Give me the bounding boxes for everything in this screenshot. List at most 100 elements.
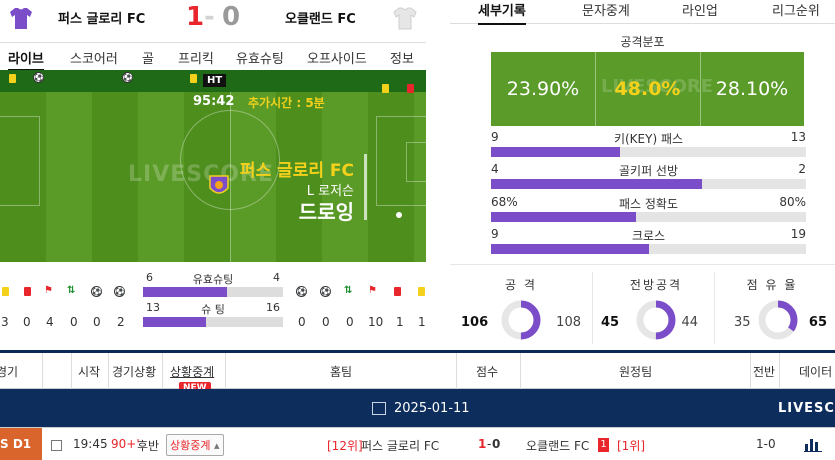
section-divider: [450, 264, 835, 265]
home-stat-count: 0: [70, 315, 78, 329]
col-divider: [750, 353, 751, 389]
match-date: 2025-01-11: [394, 401, 470, 416]
away-rank: [1위]: [617, 439, 646, 453]
tab-live[interactable]: 라이브: [8, 48, 44, 71]
col-data[interactable]: 데이터: [799, 363, 832, 380]
home-stat-count: 2: [117, 315, 125, 329]
away-team-name[interactable]: 오클랜드 FC: [285, 8, 356, 27]
stat-label: 유효슈팅: [192, 273, 234, 286]
match-clock: 95:42: [193, 94, 235, 109]
tab-shots-on-target[interactable]: 유효슈팅: [236, 48, 284, 67]
col-divider: [162, 353, 163, 389]
away-value: 4: [273, 271, 280, 284]
tab-free-kick[interactable]: 프리킥: [178, 48, 214, 67]
tab-league-table[interactable]: 리그순위: [772, 0, 820, 19]
col-home-team[interactable]: 홈팀: [330, 363, 352, 380]
stat-label: 크로스: [631, 229, 666, 243]
away-value: 108: [556, 315, 581, 330]
stat-bar-track: [143, 317, 283, 327]
away-value: 16: [266, 301, 280, 314]
stat-bar-fill: [143, 287, 227, 297]
stat-bar-fill: [491, 179, 703, 189]
col-away-team[interactable]: 원정팀: [619, 363, 652, 380]
ball-position-icon: [396, 212, 402, 218]
away-jersey-icon: [393, 7, 417, 30]
added-time: 추가시간 : 5분: [248, 96, 325, 110]
bar-chart-icon[interactable]: [804, 436, 822, 452]
home-value: 35: [734, 315, 751, 330]
substitution-icon: ⇅: [67, 285, 76, 296]
stat-bar-fill: [491, 147, 621, 157]
home-stat-count: 0: [93, 315, 101, 329]
donut-title: 공 격: [505, 278, 537, 292]
live-commentary-button[interactable]: 상황중계 ▴: [166, 434, 224, 456]
attack-distribution-field: LIVESCORE 23.90% 48.0% 28.10%: [491, 52, 804, 126]
away-stat-count: 0: [298, 315, 306, 329]
home-stat-count: 4: [46, 315, 54, 329]
row-score-dash: -: [487, 437, 492, 451]
attack-zone-left: 23.90%: [506, 78, 580, 100]
away-value: 44: [681, 315, 698, 330]
row-away-team[interactable]: 오클랜드 FC: [526, 437, 589, 454]
col-divider: [520, 353, 521, 389]
col-match[interactable]: 경기: [0, 363, 18, 380]
col-status[interactable]: 경기상황: [112, 363, 156, 380]
yellow-card-icon: [2, 287, 9, 296]
first-half-score: 1-0: [756, 437, 776, 451]
score-header: 퍼스 글로리 FC 1 - 0 오클랜드 FC: [0, 0, 426, 36]
score-separator: -: [204, 2, 215, 32]
col-live-commentary[interactable]: 상황중계: [170, 363, 214, 380]
match-center: 퍼스 글로리 FC 1 - 0 오클랜드 FC 라이브 스코어러 골 프리킥 유…: [0, 0, 835, 460]
table-row[interactable]: S D1 19:45 90+' 후반 상황중계 ▴ [12위] 퍼스 글로리 F…: [0, 427, 835, 460]
goal-area: [406, 142, 426, 182]
corner-flag-icon: ⚑: [368, 285, 377, 296]
column-divider: [592, 272, 593, 344]
col-score[interactable]: 점수: [476, 363, 498, 380]
detail-tabs: 세부기록 문자중계 라인업 리그순위: [450, 0, 835, 25]
home-rank: [12위]: [327, 439, 363, 453]
substitution-icon: ⇅: [344, 285, 353, 296]
row-home-team[interactable]: 퍼스 글로리 FC: [361, 437, 439, 454]
donut-title: 전방공격: [629, 278, 683, 292]
brand-logo: LIVESCO: [778, 401, 835, 416]
away-stat-count: 10: [368, 315, 384, 329]
row-home-score: 1: [478, 437, 487, 451]
live-pitch: ⚽ ⚽ HT 95:42 추가시간 : 5분 LIVESCORE 퍼스 글로리 …: [0, 70, 426, 262]
col-first-half[interactable]: 전반: [753, 363, 775, 380]
stat-label: 키(KEY) 패스: [613, 132, 684, 146]
corner-flag-icon: ⚑: [44, 285, 53, 296]
tab-goals[interactable]: 골: [142, 48, 154, 67]
home-value: 106: [461, 315, 489, 330]
possession-donut: 점 유 율 35 65: [712, 276, 832, 348]
red-card-icon: [394, 287, 401, 296]
col-divider: [42, 353, 43, 389]
stat-bar-track: [491, 244, 806, 254]
tab-text-commentary[interactable]: 문자중계: [582, 0, 630, 19]
favorite-checkbox[interactable]: [51, 440, 62, 451]
home-stat-count: 3: [1, 315, 9, 329]
tab-detail-records[interactable]: 세부기록: [478, 0, 526, 25]
home-score: 1: [186, 2, 205, 32]
tab-offside[interactable]: 오프사이드: [307, 48, 367, 67]
donut-chart: [636, 300, 676, 340]
start-time: 19:45: [73, 437, 108, 451]
tab-scorers[interactable]: 스코어러: [70, 48, 118, 67]
tab-lineup[interactable]: 라인업: [682, 0, 718, 19]
tab-info[interactable]: 정보: [390, 48, 414, 67]
league-badge[interactable]: S D1: [0, 428, 42, 460]
goal-ball-icon: ⚽: [296, 286, 307, 297]
stat-label: 골키퍼 선방: [618, 164, 678, 178]
stat-label: 슈 팅: [201, 303, 225, 316]
goal-ball-icon: ⚽: [91, 286, 102, 297]
home-value: 45: [601, 315, 620, 330]
stat-bar-track: [491, 179, 806, 189]
col-divider: [225, 353, 226, 389]
attack-donut: 공 격 106 108: [461, 276, 581, 348]
home-team-name[interactable]: 퍼스 글로리 FC: [58, 8, 145, 27]
col-start[interactable]: 시작: [78, 363, 100, 380]
stat-bar-fill: [491, 244, 649, 254]
stat-bar-track: [491, 147, 806, 157]
event-type: 드로잉: [298, 200, 354, 224]
penalty-box: [0, 116, 40, 206]
stat-bar-track: [143, 287, 283, 297]
